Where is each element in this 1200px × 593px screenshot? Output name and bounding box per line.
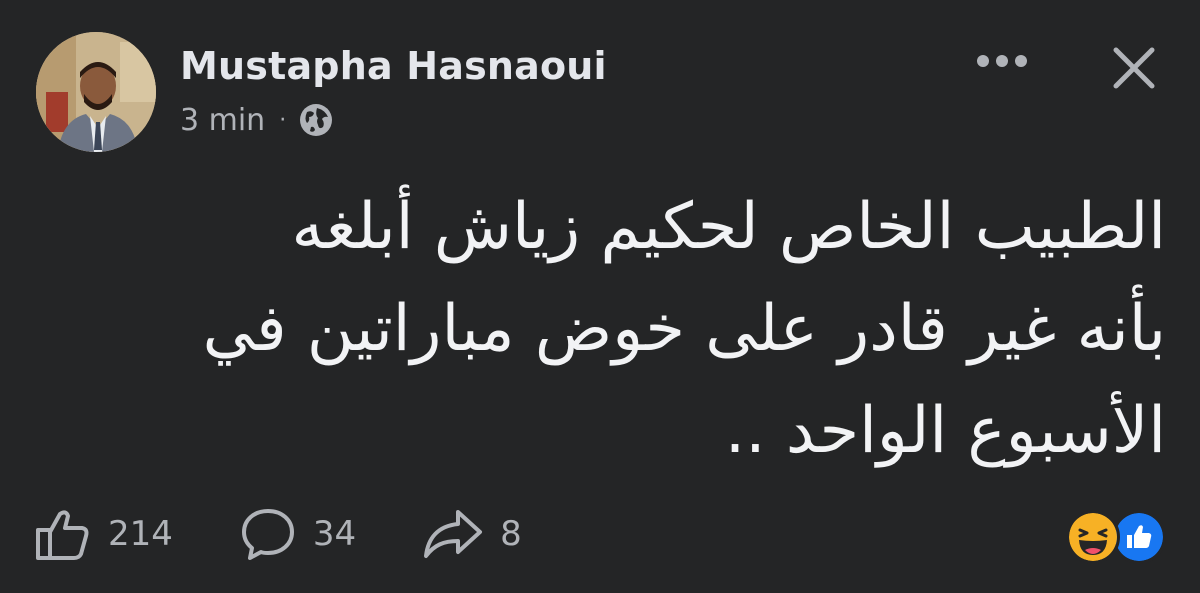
share-icon (424, 510, 483, 558)
globe-icon[interactable] (298, 102, 334, 138)
haha-reaction-icon (1066, 510, 1120, 564)
comment-count: 34 (312, 514, 357, 554)
avatar[interactable] (36, 32, 156, 152)
action-bar: 214 34 8 (32, 506, 588, 562)
more-button[interactable] (968, 44, 1036, 78)
comment-button[interactable]: 34 (239, 506, 356, 562)
more-icon (977, 55, 1027, 67)
avatar-image (36, 32, 156, 152)
post-time[interactable]: 3 min (180, 103, 265, 138)
comment-icon (241, 509, 294, 560)
reactions-summary[interactable] (1066, 510, 1170, 564)
post-text: الطبيب الخاص لحكيم زياش أبلغه بأنه غير ق… (202, 190, 1166, 468)
like-reaction-icon (1112, 510, 1166, 564)
share-count: 8 (500, 514, 522, 554)
like-count: 214 (108, 514, 173, 554)
like-button[interactable]: 214 (32, 506, 173, 562)
meta-separator: · (279, 107, 287, 133)
like-icon (36, 510, 89, 560)
post-meta: 3 min · (180, 100, 334, 140)
author-name[interactable]: Mustapha Hasnaoui (180, 44, 607, 88)
share-button[interactable]: 8 (422, 506, 522, 562)
close-icon (1113, 47, 1155, 89)
close-button[interactable] (1106, 40, 1162, 96)
